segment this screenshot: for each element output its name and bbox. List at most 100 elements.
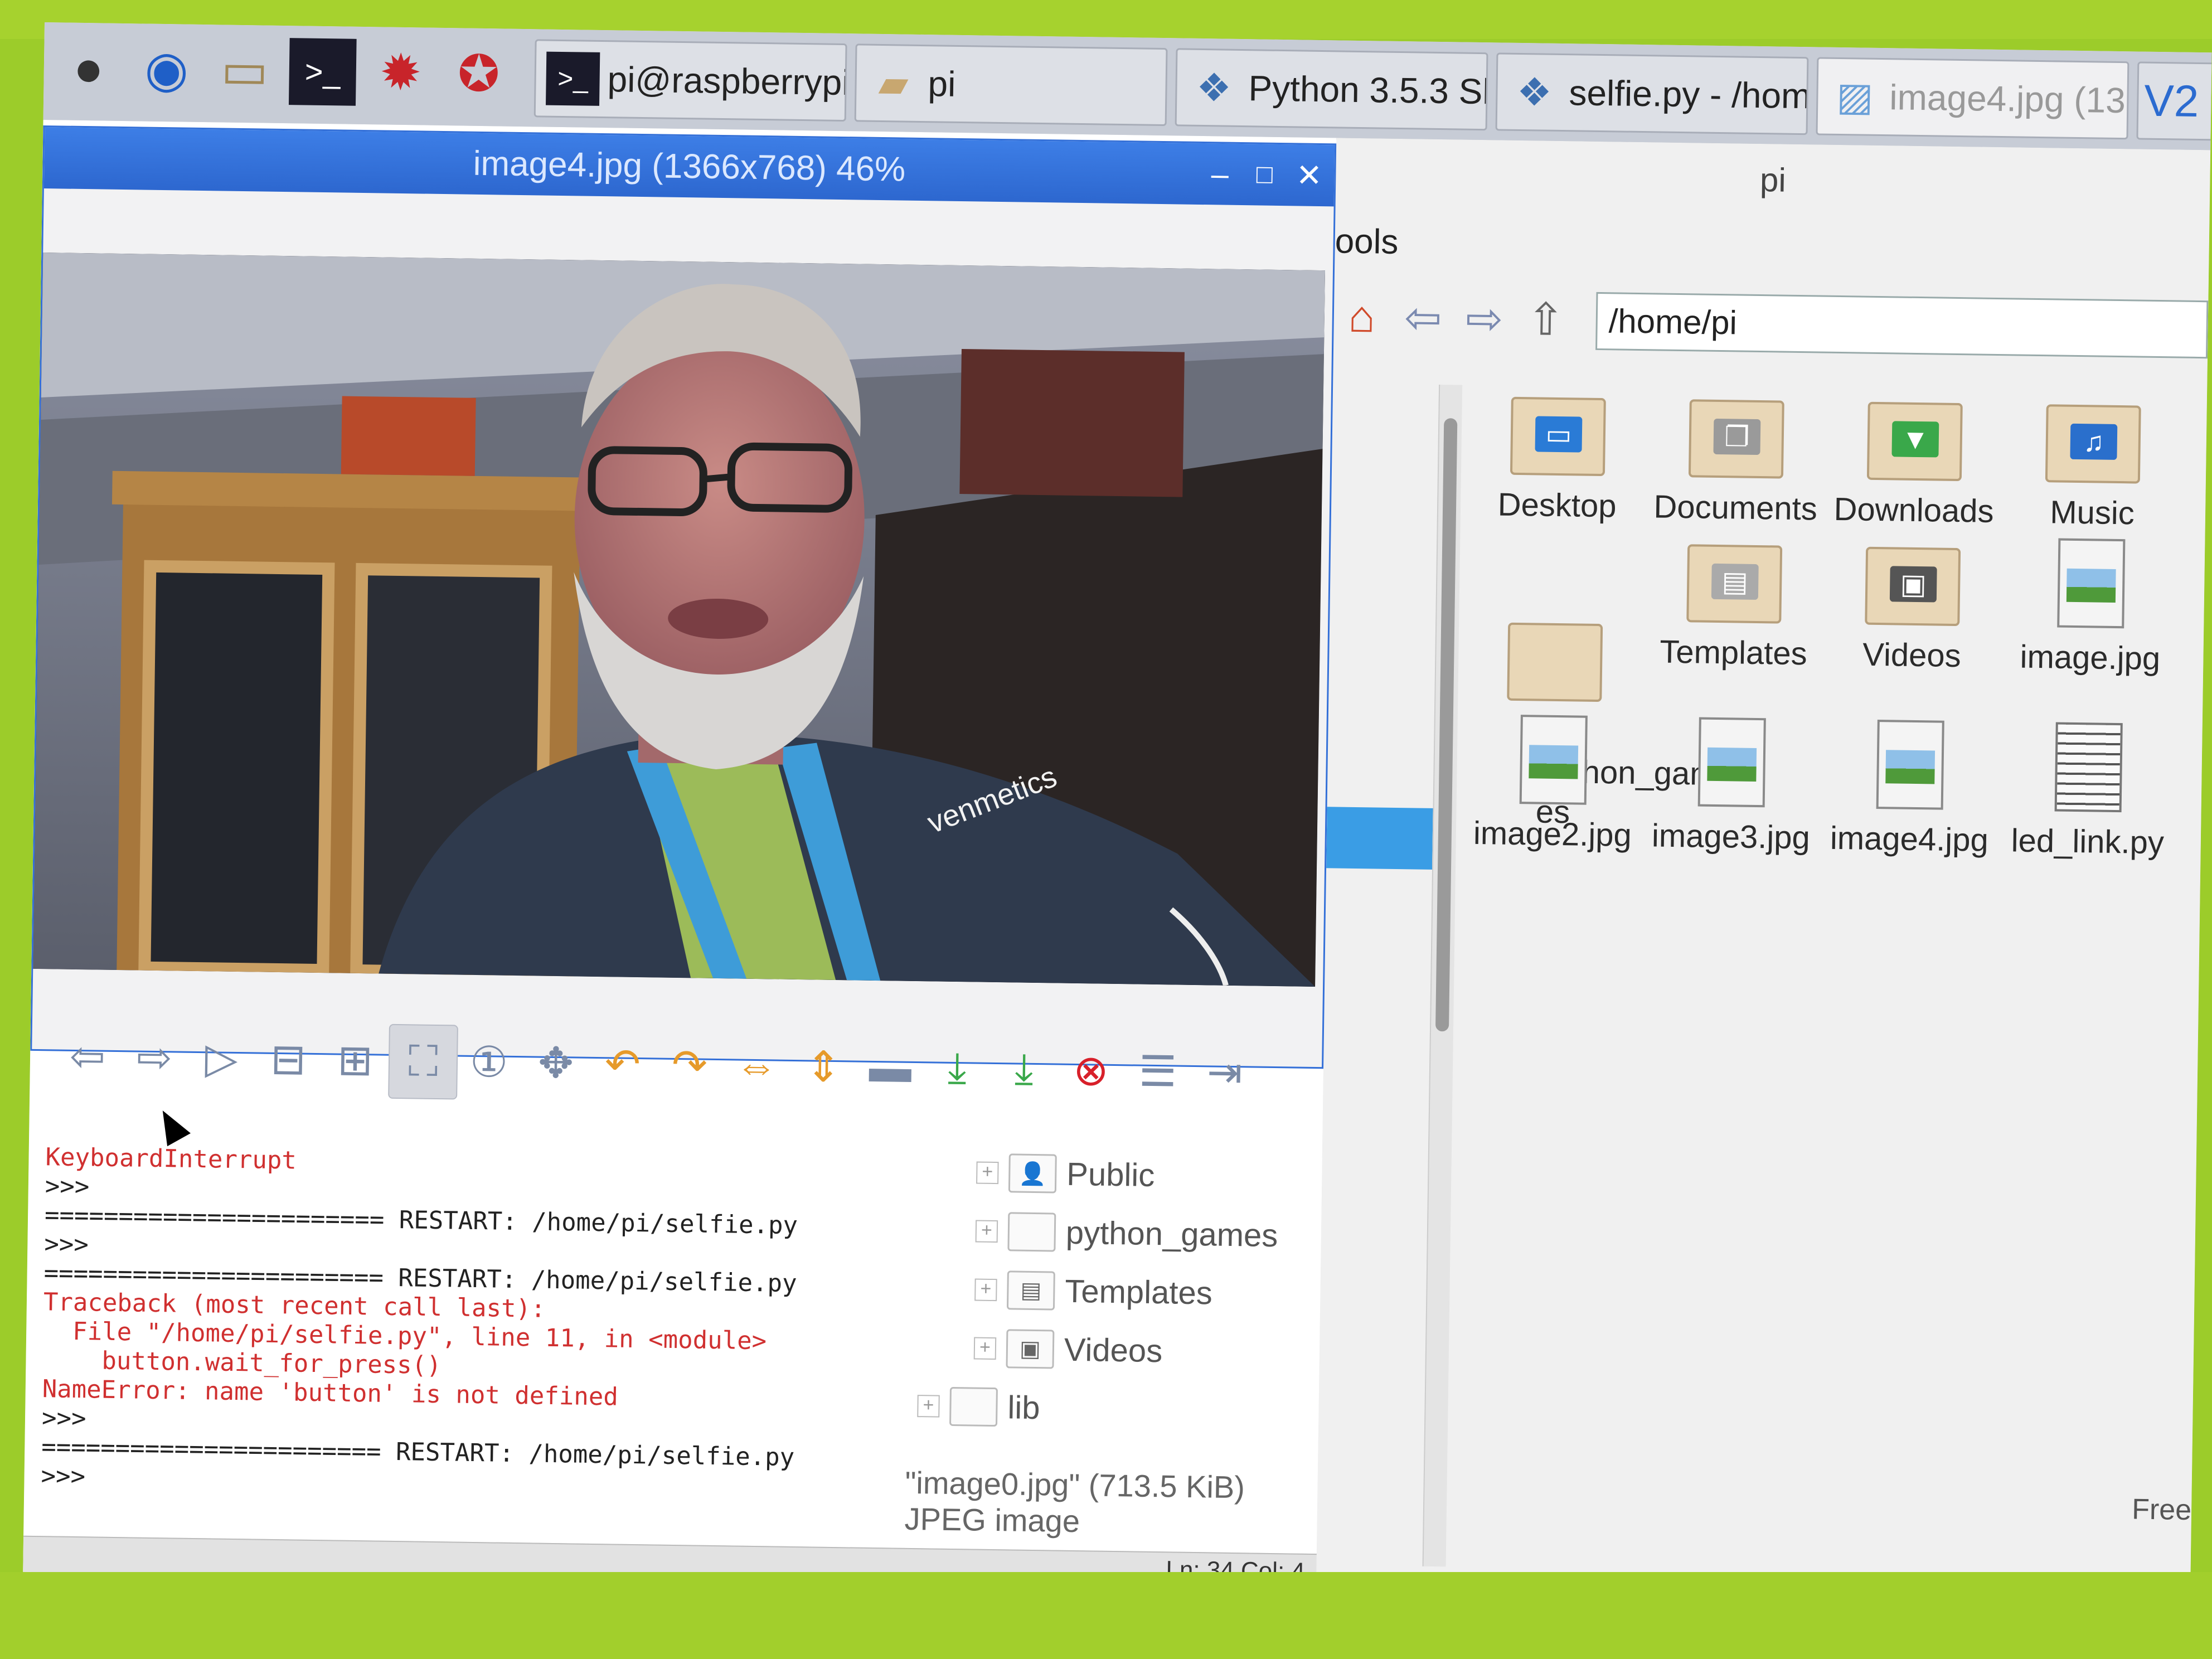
tree-item-python-games[interactable]: + python_games bbox=[975, 1212, 1278, 1255]
shell-output[interactable]: KeyboardInterrupt >>> ===================… bbox=[41, 1143, 910, 1503]
file-item-templates[interactable]: ▤ Templates bbox=[1647, 532, 1821, 675]
task-label: image4.jpg (136... bbox=[1889, 77, 2129, 122]
videos-folder-icon: ▣ bbox=[1862, 536, 1963, 627]
expand-icon[interactable]: + bbox=[917, 1394, 940, 1418]
tree-item-lib[interactable]: + lib bbox=[917, 1386, 1040, 1427]
close-button[interactable]: ✕ bbox=[1289, 156, 1329, 195]
file-label: Desktop bbox=[1497, 486, 1617, 525]
forward-icon[interactable]: ⇨ bbox=[1456, 290, 1512, 346]
back-icon[interactable]: ⇦ bbox=[1395, 289, 1451, 346]
fullscreen-icon[interactable]: ✥ bbox=[522, 1026, 590, 1099]
downloads-folder-icon: ▼ bbox=[1864, 391, 1966, 482]
fit-icon[interactable]: ⛶ bbox=[388, 1023, 458, 1100]
folder-icon bbox=[949, 1386, 998, 1427]
up-icon[interactable]: ⇧ bbox=[1517, 291, 1574, 347]
expand-icon[interactable]: + bbox=[975, 1220, 998, 1243]
file-item-image2[interactable]: image2.jpg bbox=[1466, 714, 1640, 856]
scrollbar-thumb[interactable] bbox=[1435, 418, 1458, 1032]
templates-folder-icon: ▤ bbox=[1684, 533, 1785, 624]
open-icon[interactable]: ▬ bbox=[856, 1031, 924, 1104]
home-icon[interactable]: ⌂ bbox=[1333, 288, 1390, 345]
preferences-icon[interactable]: ☰ bbox=[1124, 1034, 1192, 1108]
terminal-icon: >_ bbox=[546, 51, 600, 106]
tree-item-templates[interactable]: + ▤ Templates bbox=[974, 1270, 1212, 1313]
tree-item-videos[interactable]: + ▣ Videos bbox=[973, 1329, 1163, 1371]
slideshow-icon[interactable]: ▷ bbox=[187, 1021, 255, 1095]
task-label: V2 bbox=[2143, 75, 2199, 126]
expand-icon[interactable]: + bbox=[976, 1161, 999, 1185]
file-manager-title: pi bbox=[1759, 161, 1787, 199]
tree-item-public[interactable]: + 👤 Public bbox=[976, 1153, 1155, 1195]
zoom-out-icon[interactable]: ⊟ bbox=[254, 1022, 322, 1095]
viewer-toolbar: ⇦ ⇨ ▷ ⊟ ⊞ ⛶ ① ✥ ↶ ↷ ⇔ ⇕ ▬ ⤓ ⤓ ⊗ ☰ ⇥ bbox=[54, 1019, 1326, 1120]
image-file-icon bbox=[1860, 720, 1961, 810]
file-item-music[interactable]: ♫ Music bbox=[2006, 392, 2180, 535]
tree-label: Templates bbox=[1064, 1273, 1213, 1311]
python-icon: ❖ bbox=[1516, 70, 1553, 114]
device-bezel-bottom bbox=[0, 1572, 2212, 1659]
quit-icon[interactable]: ⇥ bbox=[1191, 1035, 1259, 1109]
previous-icon[interactable]: ⇦ bbox=[54, 1019, 122, 1093]
delete-icon[interactable]: ⊗ bbox=[1057, 1034, 1125, 1107]
folder-icon: ▰ bbox=[878, 61, 909, 105]
file-item-downloads[interactable]: ▼ Downloads bbox=[1827, 390, 2002, 532]
next-icon[interactable]: ⇨ bbox=[120, 1020, 188, 1094]
flip-vertical-icon[interactable]: ⇕ bbox=[789, 1030, 857, 1103]
task-editor[interactable]: ❖ selfie.py - /hom... bbox=[1495, 52, 1809, 135]
wolfram-icon[interactable]: ✪ bbox=[445, 40, 513, 108]
tree-selected-item[interactable] bbox=[1326, 807, 1433, 870]
free-space-label: Free bbox=[2131, 1493, 2192, 1527]
file-item-image3[interactable]: image3.jpg bbox=[1644, 716, 1818, 858]
image-file-icon bbox=[2040, 538, 2142, 629]
file-item-image[interactable]: image.jpg bbox=[2004, 537, 2178, 680]
task-terminal[interactable]: >_ pi@raspberrypi: ~ bbox=[533, 39, 847, 122]
save-icon[interactable]: ⤓ bbox=[923, 1031, 991, 1105]
file-label: Documents bbox=[1653, 488, 1818, 527]
task-vnc[interactable]: V2 bbox=[2136, 61, 2212, 141]
tree-scrollbar[interactable] bbox=[1422, 384, 1463, 1567]
math-kernel-icon[interactable]: ✹ bbox=[367, 39, 435, 107]
file-item-led-link[interactable]: led_link.py bbox=[2001, 721, 2175, 864]
expand-icon[interactable]: + bbox=[973, 1337, 997, 1360]
file-grid: ▭ Desktop ❐ Documents ▼ Downloads ♫ Musi… bbox=[1472, 385, 2207, 861]
file-item-documents[interactable]: ❐ Documents bbox=[1649, 387, 1823, 530]
task-python-shell[interactable]: ❖ Python 3.5.3 Sh... bbox=[1175, 48, 1488, 131]
file-label: Music bbox=[2049, 494, 2135, 532]
task-label: pi@raspberrypi: ~ bbox=[607, 59, 847, 103]
documents-folder-icon: ❐ bbox=[1686, 388, 1787, 479]
file-item-videos[interactable]: ▣ Videos bbox=[1825, 535, 2000, 677]
rotate-left-icon[interactable]: ↶ bbox=[589, 1027, 657, 1100]
file-item-desktop[interactable]: ▭ Desktop bbox=[1471, 385, 1645, 527]
task-file-manager[interactable]: ▰ pi bbox=[854, 43, 1168, 127]
terminal-icon[interactable]: >_ bbox=[288, 38, 357, 106]
file-label: led_link.py bbox=[2011, 822, 2165, 861]
raspberry-menu-icon[interactable]: ● bbox=[55, 35, 123, 103]
minimize-button[interactable]: ‒ bbox=[1200, 154, 1240, 194]
task-image-viewer[interactable]: ▨ image4.jpg (136... bbox=[1816, 57, 2129, 140]
original-size-icon[interactable]: ① bbox=[455, 1025, 523, 1098]
file-label: Videos bbox=[1862, 636, 1962, 675]
photo-display: venmetics bbox=[33, 253, 1326, 987]
flip-horizontal-icon[interactable]: ⇔ bbox=[722, 1029, 790, 1102]
task-label: pi bbox=[928, 64, 956, 104]
file-label: Downloads bbox=[1833, 491, 1995, 530]
zoom-in-icon[interactable]: ⊞ bbox=[321, 1023, 389, 1097]
menu-tools[interactable]: ools bbox=[1335, 221, 1399, 262]
navigation-bar: ⌂ ⇦ ⇨ ⇧ /home/pi bbox=[1333, 283, 2209, 362]
templates-folder-icon: ▤ bbox=[1006, 1270, 1055, 1311]
maximize-button[interactable]: □ bbox=[1245, 155, 1284, 195]
file-manager-icon[interactable]: ▭ bbox=[211, 37, 279, 105]
directory-tree: + 👤 Public + python_games + ▤ Templates … bbox=[905, 1152, 1322, 1437]
web-browser-icon[interactable]: ◉ bbox=[133, 36, 201, 104]
path-input[interactable]: /home/pi bbox=[1595, 292, 2209, 359]
rotate-right-icon[interactable]: ↷ bbox=[656, 1028, 724, 1102]
tree-label: lib bbox=[1007, 1389, 1040, 1426]
file-label: image.jpg bbox=[2020, 638, 2161, 677]
task-label: Python 3.5.3 Sh... bbox=[1248, 68, 1488, 113]
file-item-image4[interactable]: image4.jpg bbox=[1822, 719, 1997, 861]
save-as-icon[interactable]: ⤓ bbox=[990, 1032, 1058, 1106]
screen: ● ◉ ▭ >_ ✹ ✪ >_ pi@raspberrypi: ~ ▰ pi ❖… bbox=[23, 22, 2212, 1603]
selfie-photo: venmetics bbox=[33, 253, 1326, 987]
expand-icon[interactable]: + bbox=[974, 1278, 997, 1302]
tree-label: python_games bbox=[1065, 1214, 1278, 1254]
